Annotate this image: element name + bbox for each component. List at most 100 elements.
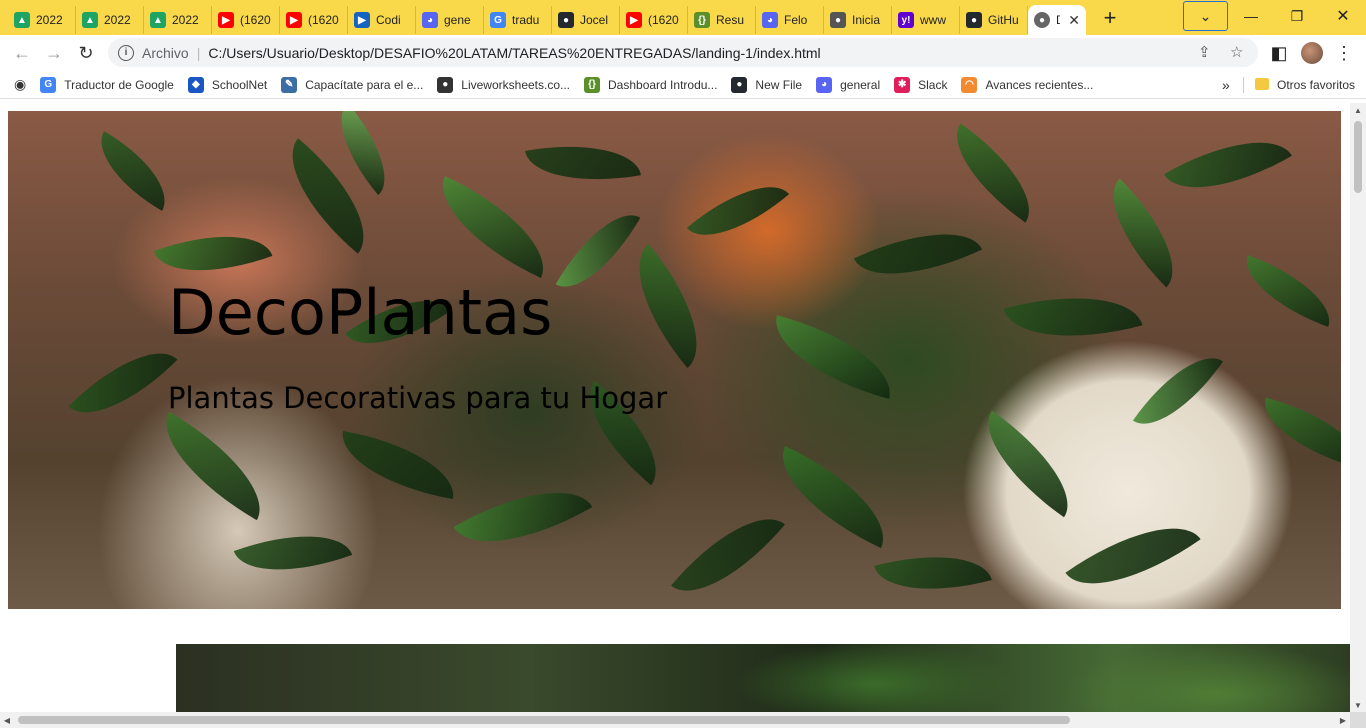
google-translate-icon: G [40, 76, 57, 93]
leaf-shape [68, 328, 178, 438]
schoolnet-icon: ◆ [187, 76, 204, 93]
tab[interactable]: Gtradu [484, 6, 552, 34]
github-icon: ● [558, 12, 574, 28]
new-tab-button[interactable]: + [1096, 4, 1124, 32]
info-icon[interactable]: i [118, 44, 134, 61]
bookmark-label: Dashboard Introdu... [608, 77, 718, 92]
discord-icon: ◕ [816, 76, 833, 93]
scroll-thumb[interactable] [1354, 121, 1362, 193]
tab-strip: ▲ 2022 ▲ 2022 ▲ 2022 ▶ (1620 ▶ (1620 ▶ Codi ◕ gene Gtr… [0, 0, 1366, 35]
bookmark-label: SchoolNet [211, 77, 268, 92]
leaf-shape [763, 445, 903, 549]
tab[interactable]: ▲ 2022 [144, 6, 212, 34]
leaf-shape [874, 537, 992, 609]
tab[interactable]: ▶ Codi [348, 6, 416, 34]
close-icon[interactable]: ✕ [1068, 12, 1080, 29]
tab-label: tradu [512, 13, 540, 27]
share-icon[interactable]: ⇪ [1198, 43, 1211, 61]
address-bar[interactable]: i Archivo | C:/Users/Usuario/Desktop/DES… [108, 38, 1258, 67]
bookmarks-bar: ◉ G Traductor de Google ◆ SchoolNet ✎ Capacít… [0, 71, 1366, 99]
bookmark-label: Slack [918, 77, 948, 92]
maximize-button[interactable]: ❐ [1274, 0, 1320, 32]
bookmark-item[interactable]: ✱ Slack [894, 76, 948, 93]
leaf-shape [1003, 275, 1143, 359]
bookmark-label: Traductor de Google [64, 77, 174, 92]
tab[interactable]: ◕ Felo [756, 6, 824, 34]
star-icon[interactable]: ☆ [1230, 43, 1243, 61]
tab-active[interactable]: ● D ✕ [1028, 5, 1086, 35]
reload-button[interactable]: ↻ [70, 37, 102, 69]
tab[interactable]: {} Resu [688, 6, 756, 34]
back-button[interactable]: ← [6, 37, 38, 69]
horizontal-scrollbar[interactable]: ◀ ▶ [0, 712, 1350, 728]
leaf-shape [935, 123, 1051, 223]
leaf-shape [1088, 178, 1198, 288]
file-chip: Archivo [142, 44, 189, 61]
notion-icon: {} [584, 76, 601, 93]
vertical-scrollbar[interactable]: ▲ ▼ [1350, 103, 1366, 712]
tab[interactable]: ▶ (1620 [280, 6, 348, 34]
tab[interactable]: ▶ (1620 [212, 6, 280, 34]
leaf-shape [853, 207, 983, 301]
bookmark-item[interactable]: ◕ general [816, 76, 880, 93]
discord-icon: ◕ [762, 12, 778, 28]
leaf-shape [144, 411, 282, 521]
tab-label: www [920, 13, 946, 27]
tab[interactable]: ▶ (1620 [620, 6, 688, 34]
tab-label: Inicia [852, 13, 881, 27]
google-drive-icon: ▲ [82, 12, 98, 28]
globe-icon: ● [1034, 12, 1050, 28]
leaf-shape [763, 315, 903, 399]
bookmark-item[interactable]: ● Liveworksheets.co... [437, 76, 571, 93]
google-drive-icon: ▲ [150, 12, 166, 28]
discord-icon: ◕ [422, 12, 438, 28]
minimize-button[interactable]: ― [1228, 0, 1274, 32]
other-favorites[interactable]: Otros favoritos [1277, 78, 1355, 92]
edit-icon: ✎ [281, 76, 298, 93]
tab[interactable]: ▲ 2022 [0, 6, 76, 34]
scroll-down-icon[interactable]: ▼ [1350, 698, 1366, 712]
tab-label: Felo [784, 13, 808, 27]
bookmark-item[interactable]: ✎ Capacítate para el e... [281, 76, 424, 93]
bookmark-item[interactable]: {} Dashboard Introdu... [584, 76, 718, 93]
tab[interactable]: ● Jocel [552, 6, 620, 34]
plant-image [176, 644, 1350, 712]
tab-label: (1620 [240, 13, 271, 27]
globe-icon: ● [437, 76, 454, 93]
tab-label: (1620 [308, 13, 339, 27]
globe-icon[interactable]: ◉ [14, 76, 26, 93]
scroll-left-icon[interactable]: ◀ [0, 712, 14, 728]
tab[interactable]: ● GitHu [960, 6, 1028, 34]
tab-label: Resu [716, 13, 745, 27]
tab[interactable]: ● Inicia [824, 6, 892, 34]
bookmark-label: New File [755, 77, 803, 92]
tab[interactable]: ◕ gene [416, 6, 484, 34]
leaf-shape [671, 493, 785, 609]
tab[interactable]: ▲ 2022 [76, 6, 144, 34]
close-window-button[interactable]: ✕ [1320, 0, 1366, 32]
bookmark-item[interactable]: ● New File [731, 76, 803, 93]
tab-search-button[interactable]: ⌄ [1183, 1, 1228, 31]
url-text[interactable]: C:/Users/Usuario/Desktop/DESAFIO%20LATAM… [208, 45, 820, 61]
bookmark-item[interactable]: ◆ SchoolNet [187, 76, 268, 93]
more-bookmarks-button[interactable]: » [1222, 77, 1230, 93]
menu-icon[interactable]: ⋮ [1328, 37, 1360, 69]
youtube-icon: ▶ [286, 12, 302, 28]
scroll-up-icon[interactable]: ▲ [1350, 103, 1366, 117]
scroll-thumb-horizontal[interactable] [18, 716, 1070, 724]
bookmark-label: Liveworksheets.co... [461, 77, 571, 92]
tab-list: ▲ 2022 ▲ 2022 ▲ 2022 ▶ (1620 ▶ (1620 ▶ Codi ◕ gene Gtr… [0, 1, 1028, 34]
github-icon: ● [966, 12, 982, 28]
tab[interactable]: y! www [892, 6, 960, 34]
sidepanel-icon[interactable]: ◧ [1263, 37, 1295, 69]
slack-icon: ✱ [894, 76, 911, 93]
forward-button[interactable]: → [38, 37, 70, 69]
bookmark-item[interactable]: ◠ Avances recientes... [961, 76, 1093, 93]
avatar[interactable] [1301, 42, 1323, 64]
bookmark-item[interactable]: G Traductor de Google [40, 76, 174, 93]
scroll-right-icon[interactable]: ▶ [1336, 712, 1350, 728]
bookmark-label: Capacítate para el e... [305, 77, 424, 92]
rainbow-icon: ◠ [961, 76, 978, 93]
tab-label: GitHu [988, 13, 1019, 27]
tab-label: Jocel [580, 13, 609, 27]
